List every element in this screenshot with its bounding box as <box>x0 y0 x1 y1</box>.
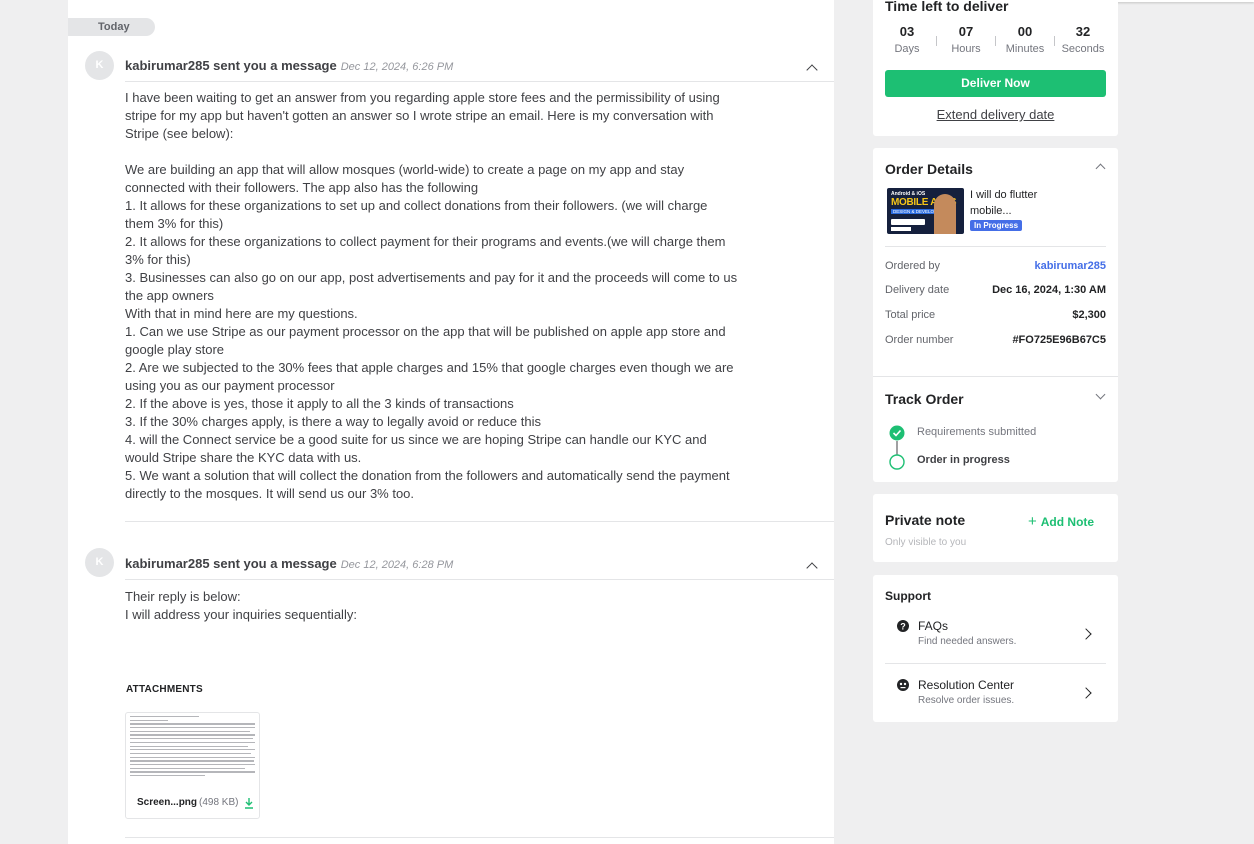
countdown-separator <box>995 36 996 46</box>
chevron-right-icon <box>1080 687 1092 699</box>
attachment-name[interactable]: Screen...png (498 KB) <box>137 797 238 808</box>
support-item-title: Resolution Center <box>918 678 1015 692</box>
order-details-title: Order Details <box>885 161 973 177</box>
gig-thumbnail[interactable]: Android & iOS MOBILE APPS DESIGN & DEVEL… <box>887 188 964 234</box>
delivery-title: Time left to deliver <box>885 0 1009 14</box>
support-item-resolution-center[interactable]: Resolution Center Resolve order issues. <box>885 671 1106 719</box>
divider <box>125 579 834 580</box>
support-item-subtitle: Resolve order issues. <box>918 695 1015 706</box>
track-step-requirements: Requirements submitted <box>917 426 1037 438</box>
person-image <box>934 194 956 234</box>
countdown-days: 03 Days <box>894 24 920 55</box>
delivery-card: Time left to deliver 03 Days 07 Hours 00… <box>873 0 1118 136</box>
message-sender: kabirumar285 sent you a message <box>125 556 337 571</box>
download-icon[interactable] <box>243 797 255 809</box>
divider <box>125 837 834 838</box>
collapse-chevron-icon[interactable] <box>1095 163 1106 174</box>
track-order-title: Track Order <box>885 391 964 407</box>
message-body: Their reply is below: I will address you… <box>125 589 357 622</box>
question-icon: ? <box>897 620 909 632</box>
svg-text:?: ? <box>900 621 906 631</box>
message-header: kabirumar285 sent you a message Dec 12, 2… <box>125 58 453 73</box>
private-note-subtitle: Only visible to you <box>885 537 967 548</box>
support-item-title: FAQs <box>918 619 949 633</box>
countdown-minutes: 00 Minutes <box>1005 24 1045 55</box>
support-item-subtitle: Find needed answers. <box>918 636 1017 647</box>
attachment-thumbnail[interactable] <box>126 713 259 787</box>
attachments-title: ATTACHMENTS <box>126 684 203 695</box>
message-sender: kabirumar285 sent you a message <box>125 58 337 73</box>
countdown-separator <box>936 36 937 46</box>
delivery-date-row: Delivery date Dec 16, 2024, 1:30 AM <box>885 284 1106 296</box>
divider <box>873 376 1118 377</box>
expand-chevron-icon[interactable] <box>1095 389 1106 400</box>
resolution-icon <box>897 679 909 691</box>
message-body: I have been waiting to get an answer fro… <box>125 90 738 501</box>
message-timestamp: Dec 12, 2024, 6:26 PM <box>340 61 454 73</box>
countdown-hours: 07 Hours <box>951 24 981 55</box>
buyer-link[interactable]: kabirumar285 <box>1034 260 1106 272</box>
private-note-title: Private note <box>885 512 966 528</box>
divider <box>125 81 834 82</box>
extend-delivery-link[interactable]: Extend delivery date <box>873 107 1118 122</box>
message-header: kabirumar285 sent you a message Dec 12, 2… <box>125 556 453 571</box>
countdown-seconds: 32 Seconds <box>1061 24 1105 55</box>
ordered-by-row: Ordered by kabirumar285 <box>885 260 1106 272</box>
support-card: Support ? FAQs Find needed answers. Reso… <box>873 575 1118 722</box>
divider <box>885 663 1106 664</box>
gig-title[interactable]: I will do flutter mobile... <box>970 187 1070 219</box>
message-panel: Today K kabirumar285 sent you a message D… <box>68 0 834 844</box>
order-number-row: Order number #FO725E96B67C5 <box>885 334 1106 346</box>
track-step-in-progress: Order in progress <box>917 454 1010 466</box>
message-timestamp: Dec 12, 2024, 6:28 PM <box>340 559 454 571</box>
support-title: Support <box>885 589 931 603</box>
total-price-row: Total price $2,300 <box>885 309 1106 321</box>
chevron-right-icon <box>1080 628 1092 640</box>
date-divider: Today <box>68 18 155 36</box>
track-order-timeline <box>889 425 905 470</box>
add-note-button[interactable]: + Add Note <box>1028 513 1094 530</box>
plus-icon: + <box>1028 513 1037 530</box>
support-item-faqs[interactable]: ? FAQs Find needed answers. <box>885 611 1106 663</box>
divider <box>125 521 834 522</box>
countdown: 03 Days 07 Hours 00 Minutes 32 Seconds <box>873 24 1118 60</box>
collapse-chevron-icon[interactable] <box>806 562 818 574</box>
avatar[interactable]: K <box>85 548 114 577</box>
collapse-chevron-icon[interactable] <box>806 64 818 76</box>
avatar[interactable]: K <box>85 51 114 80</box>
private-note-card: Private note + Add Note Only visible to y… <box>873 494 1118 562</box>
order-details-card: Order Details Android & iOS MOBILE APPS … <box>873 148 1118 482</box>
deliver-now-button[interactable]: Deliver Now <box>885 70 1106 97</box>
divider <box>885 246 1106 247</box>
attachment-card[interactable]: Screen...png (498 KB) <box>125 712 260 819</box>
status-badge: In Progress <box>970 220 1023 231</box>
